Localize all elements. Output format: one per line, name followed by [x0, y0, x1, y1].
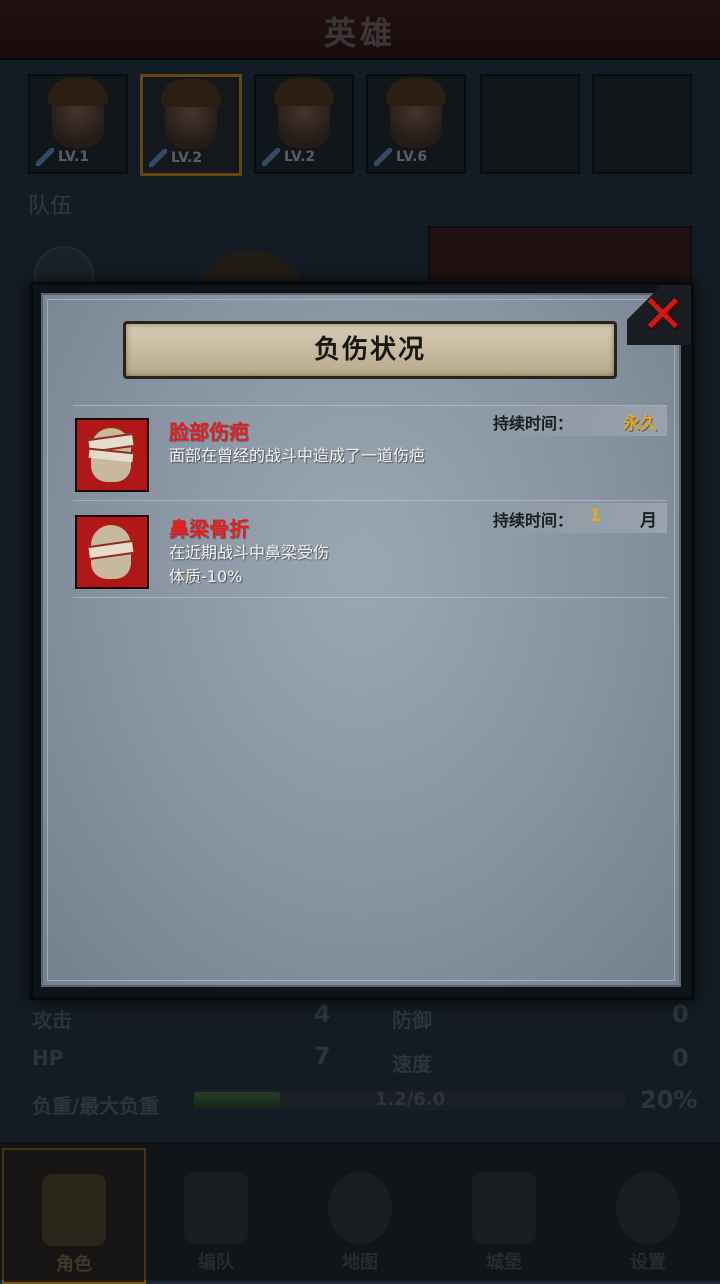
duration-box: 持续时间： 1 月	[491, 503, 667, 533]
bandaged-head-icon	[75, 418, 149, 492]
bandaged-head-icon	[75, 515, 149, 589]
duration-number: 1	[589, 506, 601, 526]
injury-name: 脸部伤疤	[169, 420, 249, 444]
close-button[interactable]: ✕	[627, 285, 691, 345]
injury-item: 脸部伤疤 面部在曾经的战斗中造成了一道伤疤 持续时间： 永久	[73, 405, 667, 501]
injury-description: 在近期战斗中鼻梁受伤 体质-10%	[169, 541, 489, 589]
popup-title: 负伤状况	[313, 335, 426, 365]
duration-label: 持续时间：	[493, 511, 574, 530]
close-icon: ✕	[641, 285, 685, 345]
injury-list: 脸部伤疤 面部在曾经的战斗中造成了一道伤疤 持续时间： 永久 鼻梁骨折 在近期战…	[73, 405, 667, 600]
popup-panel: 负伤状况 脸部伤疤 面部在曾经的战斗中造成了一道伤疤 持续时间： 永久 鼻梁骨折…	[41, 293, 681, 987]
injury-item: 鼻梁骨折 在近期战斗中鼻梁受伤 体质-10% 持续时间： 1 月	[73, 503, 667, 598]
duration-box: 持续时间： 永久	[491, 406, 667, 436]
duration-unit: 月	[640, 511, 657, 531]
injury-description-text: 在近期战斗中鼻梁受伤	[169, 543, 330, 562]
injury-effect: 体质-10%	[169, 567, 243, 586]
duration-value: 永久	[623, 414, 657, 434]
injury-popup: 负伤状况 脸部伤疤 面部在曾经的战斗中造成了一道伤疤 持续时间： 永久 鼻梁骨折…	[30, 282, 694, 1000]
injury-name: 鼻梁骨折	[169, 517, 249, 541]
popup-title-plaque: 负伤状况	[123, 321, 617, 379]
duration-label: 持续时间：	[493, 414, 574, 433]
injury-description: 面部在曾经的战斗中造成了一道伤疤	[169, 446, 426, 465]
